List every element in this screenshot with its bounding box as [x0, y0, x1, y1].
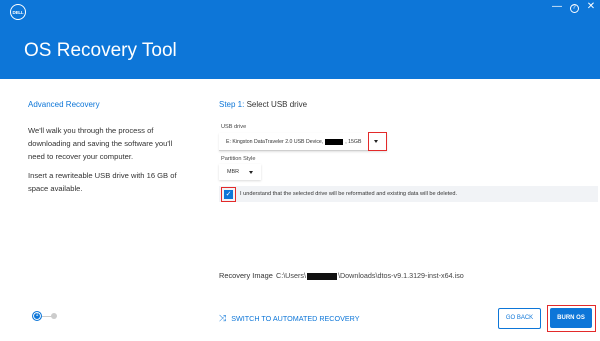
usb-drive-label: USB drive — [221, 124, 247, 130]
left-panel-requirement: Insert a rewriteable USB drive with 16 G… — [28, 171, 177, 193]
app-title: OS Recovery Tool — [24, 40, 177, 61]
progress-step-next — [51, 313, 57, 319]
usb-drive-select[interactable]: E: Kingston DataTraveler 2.0 USB Device,… — [219, 133, 387, 151]
caret-down-icon — [374, 140, 378, 143]
go-back-button[interactable]: GO BACK — [498, 308, 541, 329]
usb-drive-value-prefix: E: Kingston DataTraveler 2.0 USB Device, — [226, 139, 324, 145]
step-name: Select USB drive — [246, 100, 308, 109]
minimize-button[interactable]: — — [549, 0, 565, 14]
partition-style-label: Partition Style — [221, 156, 256, 162]
usb-dropdown-highlight[interactable] — [368, 132, 387, 151]
shuffle-icon: ⤨ — [219, 313, 227, 323]
acknowledge-text: I understand that the selected drive wil… — [240, 191, 458, 197]
caret-down-icon — [249, 171, 253, 174]
partition-style-select[interactable]: MBR — [219, 164, 261, 180]
dell-logo: DELL — [10, 4, 26, 20]
help-button[interactable]: ? — [566, 0, 582, 14]
burn-os-highlight: BURN OS — [547, 305, 596, 332]
acknowledge-checkbox[interactable]: ✓ — [224, 190, 233, 199]
recovery-image-label: Recovery Image — [219, 271, 273, 280]
left-panel-title: Advanced Recovery — [28, 100, 100, 109]
progress-step-current: 1 — [32, 311, 42, 321]
checkmark-icon: ✓ — [225, 191, 232, 198]
left-panel-description: We'll walk you through the process of do… — [28, 126, 173, 161]
step-number: Step 1: — [219, 100, 245, 109]
burn-os-button[interactable]: BURN OS — [550, 308, 592, 328]
redaction-block — [325, 138, 344, 145]
acknowledge-checkbox-highlight: ✓ — [221, 187, 236, 202]
partition-style-value: MBR — [227, 169, 239, 175]
switch-label: SWITCH TO AUTOMATED RECOVERY — [231, 314, 360, 323]
switch-to-automated-link[interactable]: ⤨ SWITCH TO AUTOMATED RECOVERY — [219, 313, 360, 324]
recovery-path-prefix: C:\Users\ — [276, 271, 306, 280]
help-icon: ? — [569, 4, 579, 13]
app-header: DELL — ? ✕ OS Recovery Tool — [0, 0, 600, 79]
usb-drive-value-suffix: , 15GB — [345, 139, 362, 145]
redaction-block — [306, 272, 337, 280]
recovery-image-path: C:\Users\ \Downloads\dtos-v9.1.3129-inst-… — [276, 271, 464, 280]
close-button[interactable]: ✕ — [583, 0, 599, 14]
recovery-path-suffix: \Downloads\dtos-v9.1.3129-inst-x64.iso — [337, 271, 464, 280]
step-title: Step 1: Select USB drive — [219, 100, 307, 109]
